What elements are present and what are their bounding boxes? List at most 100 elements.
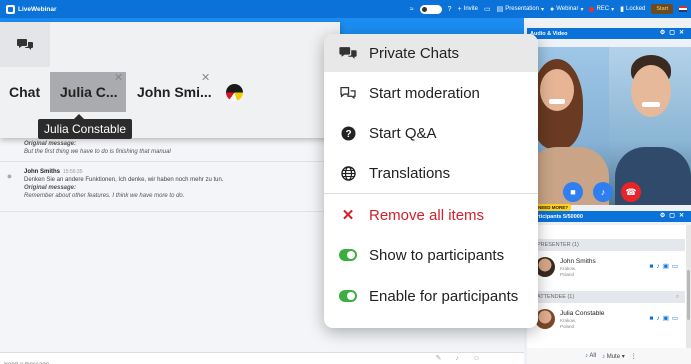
globe-icon [339,165,357,181]
camera-button[interactable]: ■ [563,182,583,202]
chat-options-menu: Private Chats Start moderation ? Start Q… [324,34,538,328]
menu-item-translations[interactable]: Translations [324,154,538,192]
participant-country: Poland [560,324,575,329]
menu-item-enable-for-participants[interactable]: Enable for participants [324,277,538,315]
webinar-label: Webinar [556,6,579,12]
participants-footer: ♪ All ♪ Mute ▾ ⋮ [527,348,691,364]
mic-icon: ♪ [585,353,588,359]
close-icon[interactable]: ✕ [679,213,688,219]
theme-toggle[interactable] [419,4,442,14]
layout-icon[interactable]: ▭ [484,6,491,13]
menu-item-label: Translations [369,164,451,182]
mic-icon[interactable]: ♪ [455,355,473,362]
menu-item-start-moderation[interactable]: Start moderation [324,74,538,112]
menu-item-start-qa[interactable]: ? Start Q&A [324,114,538,152]
screen-icon[interactable]: ▭ [672,263,681,270]
close-icon[interactable]: ✕ [679,30,688,36]
toggle-icon [339,247,357,263]
message-input-bar: ✎♪☺ [0,352,524,364]
close-icon[interactable]: ✕ [114,71,123,84]
gear-icon[interactable]: ⚙ [660,30,669,36]
top-bar: LiveWebinar ≈ ? + Invite ▭ ▤ Presentatio… [0,0,691,18]
attach-icon[interactable]: ✎ [435,355,455,362]
camera-tile [527,47,609,205]
share-icon[interactable]: ▣ [663,263,672,270]
webinar-icon: ● [549,5,555,13]
locked-label: Locked [626,6,646,12]
start-button[interactable]: Start [651,4,673,14]
audio-video-header: Audio & Video ⚙▢✕ [527,28,691,39]
chevron-down-icon: ▾ [611,6,615,13]
participant-item[interactable]: Julia Constable Krakow, Poland ■♪▣▭ [527,305,685,339]
menu-item-remove-all[interactable]: ✕ Remove all items [324,196,538,234]
show-switch[interactable] [339,249,357,261]
expand-icon[interactable]: ▢ [669,213,679,219]
need-more-badge[interactable]: NEED MORE? [535,204,572,211]
camera-tile [609,47,691,205]
menu-item-label: Start Q&A [369,124,437,142]
mute-label: Mute [606,353,621,360]
avatar[interactable] [226,84,243,101]
all-button[interactable]: ♪ All [585,353,596,359]
share-icon[interactable]: ▣ [663,315,672,322]
participant-item[interactable]: John Smiths Krakow, Poland ■♪▣▭ [527,253,685,287]
participants-header: Participants 5/50000 ⚙▢✕ [527,211,691,222]
video-feed: ■ ♪ ☎ [527,47,691,205]
help-icon[interactable]: ? [448,6,452,13]
message-input[interactable] [4,359,304,364]
chevron-down-icon: ▾ [540,6,544,13]
chats-icon [17,39,33,50]
menu-divider [324,193,538,194]
chat-panel-toggle[interactable] [0,22,50,67]
menu-item-private-chats[interactable]: Private Chats [324,34,538,72]
webinar-button[interactable]: ● Webinar ▾ [550,6,583,13]
phone-icon: ☎ [625,186,637,197]
lock-icon: ▮ [620,5,625,13]
menu-item-show-to-participants[interactable]: Show to participants [324,236,538,274]
app-logo: LiveWebinar [6,4,57,14]
expand-icon[interactable]: ▢ [669,30,679,36]
presentation-button[interactable]: ▤ Presentation ▾ [497,6,544,13]
presentation-label: Presentation [505,6,539,12]
participant-actions: ■♪▣▭ [650,314,682,322]
mic-icon: ♪ [602,353,606,360]
participant-list: PRESENTER (1) John Smiths Krakow, Poland … [527,225,691,364]
language-flag-icon[interactable] [679,6,687,12]
chevron-down-icon: ▾ [580,6,584,13]
hangup-button[interactable]: ☎ [621,182,641,202]
emoji-icon[interactable]: ☺ [473,355,494,362]
search-icon[interactable]: ⌕ [676,294,679,301]
rec-label: REC [596,6,610,12]
menu-item-label: Show to participants [369,246,505,264]
mic-button[interactable]: ♪ [593,182,613,202]
chats-icon [339,45,357,61]
participant-location: Krakow, Poland [560,266,576,278]
presenter-section: PRESENTER (1) [527,239,685,251]
mute-button[interactable]: ♪ Mute ▾ [602,353,625,360]
message-fragment: Original message: But the first thing we… [24,140,171,156]
participant-name: John Smiths [560,258,596,265]
rec-button[interactable]: REC ▾ [589,6,614,13]
all-label: All [589,353,597,359]
enable-switch[interactable] [339,290,357,302]
close-icon[interactable]: ✕ [201,71,210,84]
gear-icon[interactable]: ⚙ [660,213,669,219]
toggle-icon [339,288,357,304]
tab-chat[interactable]: Chat [9,72,40,112]
locked-button[interactable]: ▮ Locked [620,6,645,13]
app-name: LiveWebinar [18,5,57,13]
input-actions: ✎♪☺ [435,354,494,362]
invite-button[interactable]: + Invite [458,6,478,13]
more-icon[interactable]: ⋮ [631,353,637,360]
wifi-icon: ≈ [409,5,414,13]
screen-icon[interactable]: ▭ [672,315,681,322]
menu-item-label: Remove all items [369,206,485,224]
invite-label: Invite [463,6,479,12]
participant-country: Poland [560,272,575,277]
add-user-icon: + [457,5,462,13]
scrollbar[interactable] [686,225,691,364]
mic-icon: ♪ [600,187,606,197]
close-icon: ✕ [341,207,355,224]
camera-icon: ■ [570,187,576,197]
message-time: 15:56:35 [63,169,83,175]
